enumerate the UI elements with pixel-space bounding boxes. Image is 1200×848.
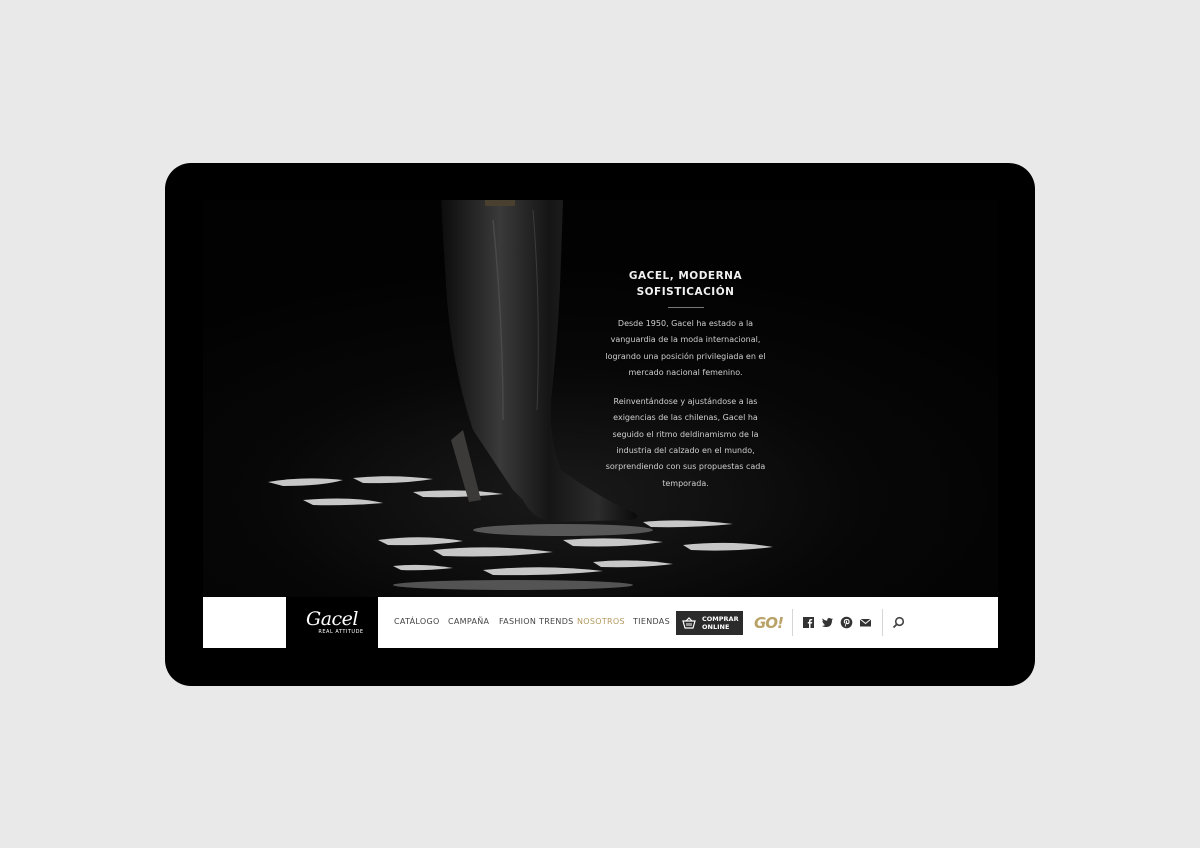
hero-text-block: GACEL, MODERNA SOFISTICACIÓN Desde 1950,… xyxy=(598,268,773,505)
comprar-online-label: COMPRAR ONLINE xyxy=(702,615,739,631)
hero-title-line2: SOFISTICACIÓN xyxy=(636,286,735,298)
search-icon[interactable] xyxy=(892,616,905,629)
nav-item-tiendas[interactable]: TIENDAS xyxy=(633,617,670,626)
basket-icon xyxy=(682,617,696,629)
nav-divider xyxy=(792,609,793,636)
nav-item-nosotros[interactable]: NOSOTROS xyxy=(577,617,625,626)
nav-item-catalogo[interactable]: CATÁLOGO xyxy=(394,617,440,626)
hero-section: GACEL, MODERNA SOFISTICACIÓN Desde 1950,… xyxy=(203,200,998,597)
comprar-online-button[interactable]: COMPRAR ONLINE xyxy=(676,611,743,635)
nav-item-fashion-trends[interactable]: FASHION TRENDS xyxy=(499,617,574,626)
hero-title-line1: GACEL, MODERNA xyxy=(628,270,743,282)
nav-item-campana[interactable]: CAMPAÑA xyxy=(448,617,489,626)
title-divider xyxy=(667,307,704,308)
logo-wordmark: Gacel xyxy=(306,608,358,630)
logo-tagline: REAL ATTITUDE xyxy=(318,629,364,635)
nav-divider-2 xyxy=(882,609,883,636)
hero-paragraph-2: Reinventándose y ajustándose a las exige… xyxy=(605,397,766,488)
mail-icon[interactable] xyxy=(859,616,872,629)
gacel-logo[interactable]: Gacel REAL ATTITUDE xyxy=(286,597,378,648)
facebook-icon[interactable] xyxy=(802,616,815,629)
twitter-icon[interactable] xyxy=(821,616,834,629)
pinterest-icon[interactable] xyxy=(840,616,853,629)
go-logo[interactable]: GO! xyxy=(754,614,784,632)
hero-paragraph-1: Desde 1950, Gacel ha estado a la vanguar… xyxy=(605,319,766,377)
main-navbar: Gacel REAL ATTITUDE CATÁLOGO CAMPAÑA FAS… xyxy=(203,597,998,648)
website-screen: GACEL, MODERNA SOFISTICACIÓN Desde 1950,… xyxy=(203,200,998,648)
